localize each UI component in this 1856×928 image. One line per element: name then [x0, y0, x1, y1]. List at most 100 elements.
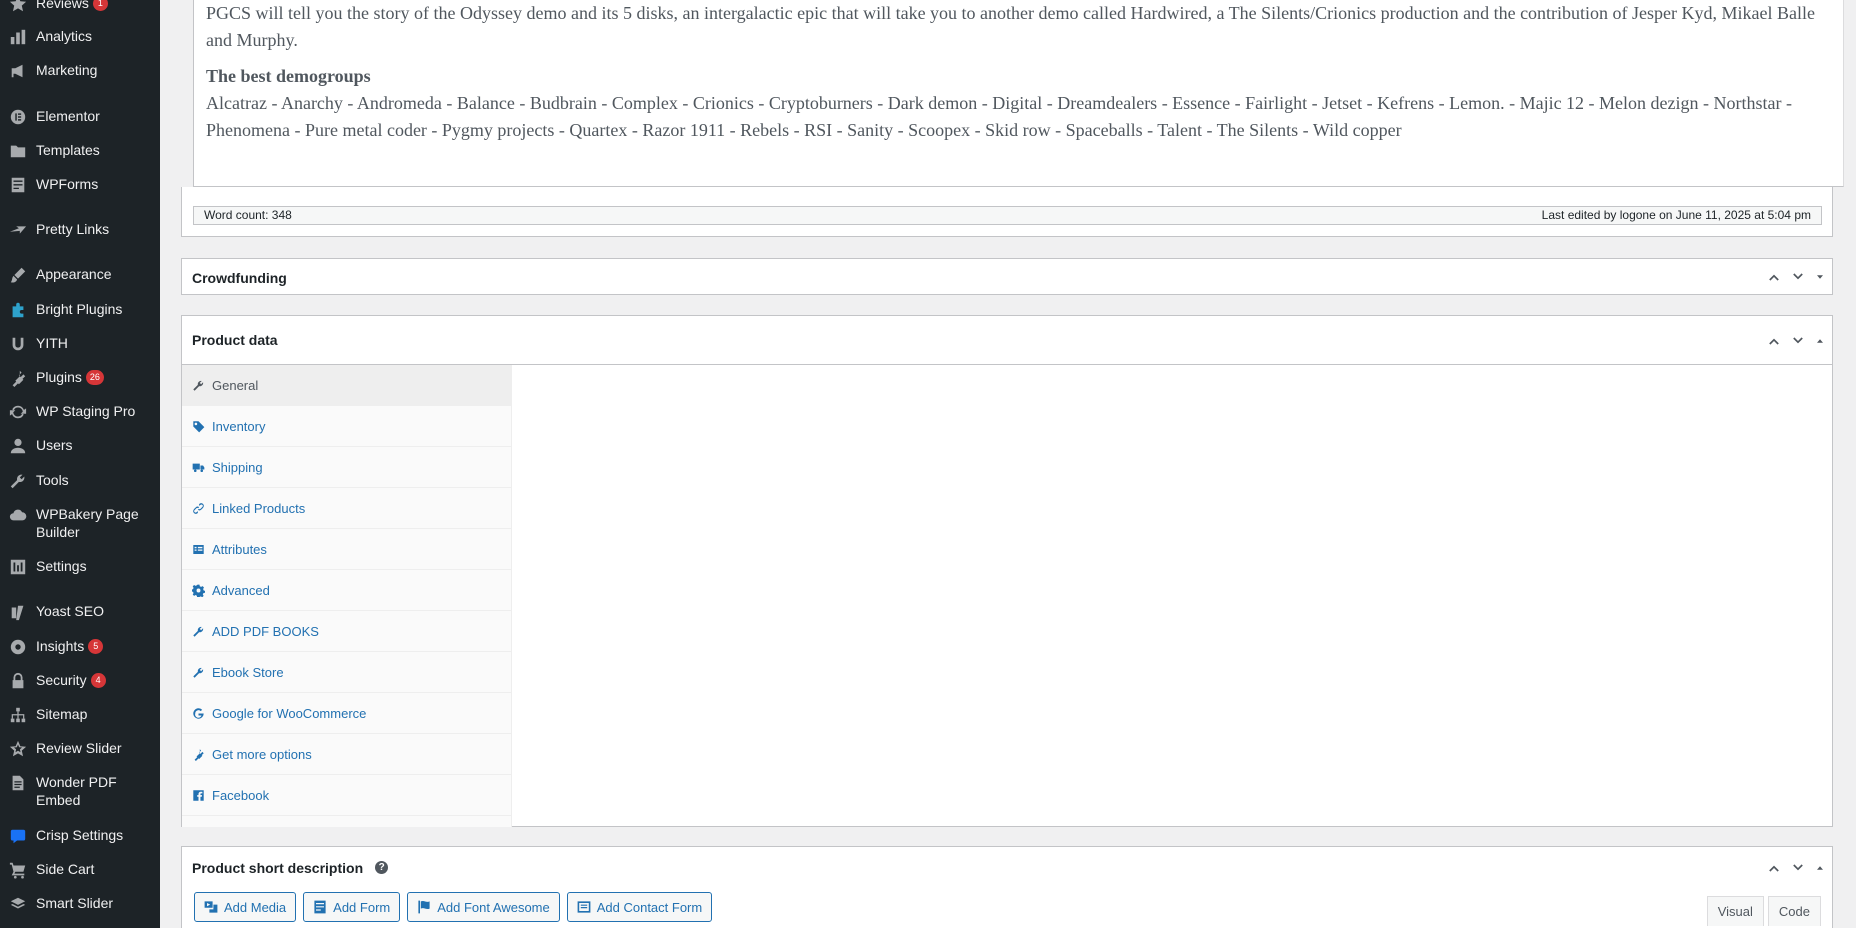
- sidebar-item-crisp-settings[interactable]: Crisp Settings: [0, 826, 160, 845]
- sidebar-item-label: Users: [36, 437, 73, 453]
- tab-code[interactable]: Code: [1767, 896, 1821, 926]
- tab-label: General: [212, 377, 259, 393]
- sidebar-item-pretty-links[interactable]: Pretty Links: [0, 220, 160, 239]
- sidebar-item-label: Reviews: [36, 0, 89, 11]
- tab-visual[interactable]: Visual: [1706, 896, 1764, 926]
- sliders-icon: [0, 557, 36, 576]
- tab-ebook-store[interactable]: Ebook Store: [182, 652, 511, 693]
- help-icon[interactable]: ?: [375, 861, 389, 874]
- sidebar-item-insights[interactable]: Insights 5: [0, 637, 160, 656]
- sidebar-item-label: YITH: [36, 335, 68, 351]
- cloud-icon: [0, 505, 36, 524]
- product-data-header[interactable]: Product data: [182, 316, 1832, 365]
- crowdfunding-header[interactable]: Crowdfunding: [182, 259, 1832, 296]
- sidebar-item-tools[interactable]: Tools: [0, 471, 160, 490]
- add-form-button[interactable]: Add Form: [303, 892, 401, 922]
- tab-get-more-options[interactable]: Get more options: [182, 734, 511, 775]
- reviews-count-badge: 1: [92, 0, 108, 11]
- chevron-up-icon[interactable]: [1766, 333, 1782, 349]
- chevron-up-icon[interactable]: [1766, 269, 1782, 285]
- tab-add-pdf-books[interactable]: ADD PDF BOOKS: [182, 611, 511, 652]
- cart-icon: [0, 860, 36, 879]
- sidebar-item-appearance[interactable]: Appearance: [0, 265, 160, 284]
- tab-linked-products[interactable]: Linked Products: [182, 488, 511, 529]
- sidebar-item-elementor[interactable]: Elementor: [0, 107, 160, 126]
- crowdfunding-title: Crowdfunding: [192, 269, 287, 286]
- sidebar-item-settings[interactable]: Settings: [0, 557, 160, 576]
- sidebar-item-users[interactable]: Users: [0, 436, 160, 455]
- document-icon: [0, 773, 36, 792]
- sidebar-item-yith[interactable]: YITH: [0, 334, 160, 353]
- insights-icon: [0, 637, 36, 656]
- sidebar-item-plugins[interactable]: Plugins 26: [0, 368, 160, 387]
- wrench-icon: [192, 666, 212, 679]
- post-content-editor[interactable]: PGCS will tell you the story of the Odys…: [193, 0, 1844, 187]
- sidebar-item-wpforms[interactable]: WPForms: [0, 175, 160, 194]
- sidebar-item-marketing[interactable]: Marketing: [0, 61, 160, 80]
- sidebar-item-reviews[interactable]: Reviews 1: [0, 0, 160, 13]
- sitemap-icon: [0, 705, 36, 724]
- tab-inventory[interactable]: Inventory: [182, 406, 511, 447]
- editor-paragraph: PGCS will tell you the story of the Odys…: [206, 3, 1816, 50]
- tab-shipping[interactable]: Shipping: [182, 447, 511, 488]
- sidebar-item-label: Insights: [36, 638, 85, 654]
- toggle-down-icon[interactable]: [1814, 271, 1826, 283]
- sidebar-item-review-slider[interactable]: Review Slider: [0, 739, 160, 758]
- sidebar-item-label: Security: [36, 672, 87, 688]
- chevron-down-icon[interactable]: [1790, 269, 1806, 285]
- toggle-up-icon[interactable]: [1814, 862, 1826, 874]
- sidebar-item-wpbakery[interactable]: WPBakery Page Builder: [0, 505, 160, 541]
- sidebar-item-wp-staging-pro[interactable]: WP Staging Pro: [0, 402, 160, 421]
- sidebar-item-wonder-pdf-embed[interactable]: Wonder PDF Embed: [0, 773, 160, 809]
- product-data-tabs: General Inventory Shipping Linked Produc…: [182, 365, 512, 827]
- sidebar-item-sitemap[interactable]: Sitemap: [0, 705, 160, 724]
- short-description-header[interactable]: Product short description ?: [182, 847, 1832, 888]
- button-label: Add Contact Form: [596, 899, 703, 915]
- tag-icon: [192, 420, 212, 433]
- sidebar-item-smart-slider[interactable]: Smart Slider: [0, 894, 160, 913]
- chevron-down-icon[interactable]: [1790, 333, 1806, 349]
- yoast-icon: [0, 602, 36, 621]
- product-data-controls: [1766, 316, 1826, 365]
- editor-heading: The best demogroups: [206, 66, 371, 86]
- google-icon: [192, 707, 212, 720]
- tab-attributes[interactable]: Attributes: [182, 529, 511, 570]
- crowdfunding-controls: [1766, 259, 1826, 294]
- sidebar-item-label: WPBakery Page Builder: [36, 506, 139, 540]
- plug-icon: [192, 748, 212, 761]
- sidebar-item-label: Bright Plugins: [36, 301, 123, 317]
- tab-google-for-woocommerce[interactable]: Google for WooCommerce: [182, 693, 511, 734]
- sidebar-item-yoast-seo[interactable]: Yoast SEO: [0, 602, 160, 621]
- sidebar-item-security[interactable]: Security 4: [0, 671, 160, 690]
- gear-icon: [192, 584, 212, 597]
- sidebar-item-label: Yoast SEO: [36, 603, 104, 619]
- sidebar-item-analytics[interactable]: Analytics: [0, 27, 160, 46]
- tab-advanced[interactable]: Advanced: [182, 570, 511, 611]
- sidebar-item-label: Templates: [36, 142, 100, 158]
- add-contact-form-button[interactable]: Add Contact Form: [566, 892, 713, 922]
- sidebar-item-label: Analytics: [36, 28, 93, 44]
- megaphone-icon: [0, 61, 36, 80]
- elementor-icon: [0, 107, 36, 126]
- sidebar-item-label: Elementor: [36, 108, 100, 124]
- tab-general[interactable]: General: [182, 365, 511, 406]
- chevron-up-icon[interactable]: [1766, 860, 1782, 876]
- plug-icon: [0, 368, 36, 387]
- sidebar-item-bright-plugins[interactable]: Bright Plugins: [0, 300, 160, 319]
- star-link-icon: [0, 220, 36, 239]
- sidebar-item-label: Review Slider: [36, 740, 122, 756]
- sidebar-item-side-cart[interactable]: Side Cart: [0, 860, 160, 879]
- product-short-description-box: Product short description ? Add Media Ad…: [181, 846, 1833, 928]
- add-media-button[interactable]: Add Media: [194, 892, 297, 922]
- tab-label: Ebook Store: [212, 664, 284, 680]
- sidebar-item-templates[interactable]: Templates: [0, 141, 160, 160]
- toggle-up-icon[interactable]: [1814, 335, 1826, 347]
- chat-icon: [0, 826, 36, 845]
- tab-facebook[interactable]: Facebook: [182, 775, 511, 816]
- sidebar-item-label: Appearance: [36, 266, 112, 282]
- tab-label: Get more options: [212, 746, 312, 762]
- add-font-awesome-button[interactable]: Add Font Awesome: [407, 892, 560, 922]
- chevron-down-icon[interactable]: [1790, 860, 1806, 876]
- button-label: Add Font Awesome: [437, 899, 550, 915]
- short-description-controls: [1766, 847, 1826, 888]
